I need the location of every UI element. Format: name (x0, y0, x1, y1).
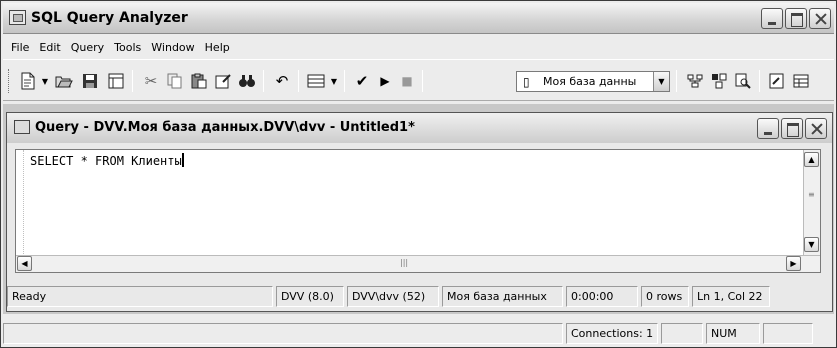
scroll-right-icon[interactable]: ▶ (786, 256, 801, 271)
new-query-icon[interactable] (17, 71, 39, 91)
parse-check-icon[interactable]: ✔ (351, 71, 373, 91)
scroll-grip-icon: ||| (400, 258, 409, 267)
toolbar-separator (263, 70, 264, 92)
close-button[interactable] (809, 8, 831, 29)
menu-edit[interactable]: Edit (34, 41, 65, 54)
sql-editor-text[interactable]: SELECT * FROM Клиенты (30, 153, 184, 168)
menu-bar: File Edit Query Tools Window Help (3, 37, 834, 57)
results-mode-icon[interactable] (305, 71, 327, 91)
minimize-button[interactable] (761, 8, 783, 29)
query-maximize-button[interactable] (781, 118, 803, 139)
title-bar[interactable]: SQL Query Analyzer (3, 3, 834, 34)
toolbar-grip[interactable] (8, 69, 11, 93)
status-message (3, 322, 563, 344)
query-close-button[interactable] (805, 118, 827, 139)
maximize-button[interactable] (785, 8, 807, 29)
application-window: SQL Query Analyzer File Edit Query Tools… (0, 0, 837, 348)
text-caret (181, 153, 184, 167)
query-minimize-button[interactable] (757, 118, 779, 139)
toolbar-separator (132, 70, 133, 92)
status-state: Ready (7, 285, 273, 307)
query-analyzer-icon (9, 10, 26, 25)
main-status-bar: Connections: 1 NUM (3, 319, 834, 347)
query-window: Query - DVV.Моя база данных.DVV\dvv - Un… (6, 112, 833, 312)
status-connections: Connections: 1 (566, 322, 658, 344)
status-user: DVV\dvv (52) (347, 285, 439, 307)
open-icon[interactable] (53, 71, 75, 91)
query-window-controls (757, 118, 827, 139)
copy-icon[interactable] (164, 71, 186, 91)
sql-query-text: SELECT * FROM Клиенты (30, 154, 182, 168)
vertical-scrollbar[interactable]: ▲ ≡ ▼ (803, 150, 820, 255)
status-num: NUM (706, 322, 760, 344)
query-status-bar: Ready DVV (8.0) DVV\dvv (52) Моя база да… (7, 281, 832, 311)
properties-icon[interactable] (766, 71, 788, 91)
toolbar-separator (344, 70, 345, 92)
execution-plan-icon[interactable] (684, 71, 706, 91)
database-select-value: Моя база данны (543, 75, 637, 88)
toolbar: ▼ ✂ ↶ ▼ ✔ ▶ ■ ▯ Моя база данны ▼ (3, 59, 834, 101)
editor-gutter (16, 150, 24, 272)
execute-icon[interactable]: ▶ (375, 71, 395, 91)
paste-icon[interactable] (188, 71, 210, 91)
status-server: DVV (8.0) (276, 285, 344, 307)
toolbar-separator (759, 70, 760, 92)
chevron-down-icon[interactable]: ▼ (329, 71, 339, 91)
horizontal-scrollbar[interactable]: ◀ ||| ▶ (16, 255, 820, 272)
status-position: Ln 1, Col 22 (692, 285, 770, 307)
chevron-down-icon[interactable]: ▼ (40, 71, 50, 91)
mdi-client-area: Query - DVV.Моя база данных.DVV\dvv - Un… (3, 104, 834, 314)
menu-query[interactable]: Query (66, 41, 109, 54)
toolbar-separator (298, 70, 299, 92)
scroll-up-icon[interactable]: ▲ (804, 152, 819, 167)
save-icon[interactable] (79, 71, 101, 91)
window-controls (761, 8, 831, 29)
window-title: SQL Query Analyzer (31, 10, 188, 26)
menu-help[interactable]: Help (200, 41, 235, 54)
status-rows: 0 rows (641, 285, 689, 307)
object-search-icon[interactable] (732, 71, 754, 91)
toolbar-separator (676, 70, 677, 92)
status-elapsed: 0:00:00 (566, 285, 638, 307)
cut-icon[interactable]: ✂ (140, 71, 162, 91)
status-database: Моя база данных (442, 285, 563, 307)
insert-template-icon[interactable] (105, 71, 127, 91)
scroll-grip-icon: ≡ (808, 190, 815, 199)
query-window-title: Query - DVV.Моя база данных.DVV\dvv - Un… (35, 120, 415, 135)
status-scroll (763, 322, 813, 344)
clear-icon[interactable] (212, 71, 234, 91)
database-icon: ▯ (523, 74, 530, 89)
sql-editor[interactable]: SELECT * FROM Клиенты ▲ ≡ ▼ ◀ ||| ▶ (15, 149, 821, 273)
menu-file[interactable]: File (6, 41, 34, 54)
menu-window[interactable]: Window (146, 41, 199, 54)
scroll-down-icon[interactable]: ▼ (804, 237, 819, 252)
stop-icon[interactable]: ■ (397, 71, 417, 91)
toolbar-separator (422, 70, 423, 92)
object-browser-icon[interactable] (708, 71, 730, 91)
status-caps (661, 322, 703, 344)
undo-icon[interactable]: ↶ (271, 71, 293, 91)
chevron-down-icon[interactable]: ▼ (653, 72, 669, 91)
query-window-icon (14, 120, 30, 134)
menu-tools[interactable]: Tools (109, 41, 146, 54)
database-select[interactable]: ▯ Моя база данны ▼ (516, 71, 670, 92)
find-icon[interactable] (236, 71, 258, 91)
query-window-title-bar[interactable]: Query - DVV.Моя база данных.DVV\dvv - Un… (7, 113, 832, 143)
scroll-left-icon[interactable]: ◀ (17, 256, 32, 271)
results-pane-icon[interactable] (790, 71, 812, 91)
